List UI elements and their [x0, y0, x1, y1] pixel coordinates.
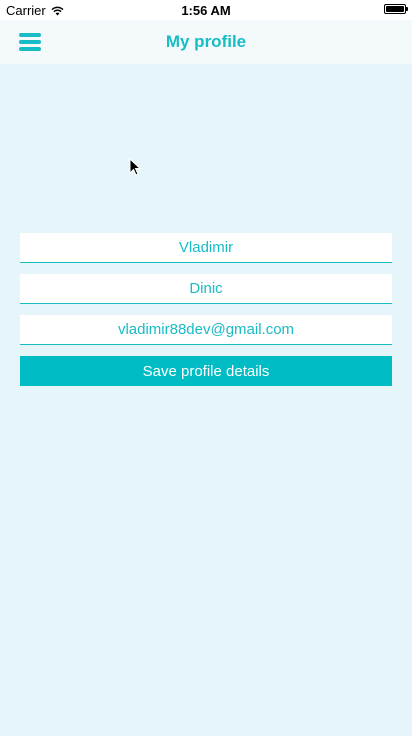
nav-bar: My profile	[0, 20, 412, 64]
battery-level	[386, 6, 404, 12]
mouse-cursor-icon	[129, 158, 141, 176]
save-profile-button[interactable]: Save profile details	[20, 356, 392, 386]
status-time: 1:56 AM	[181, 3, 231, 18]
profile-form: Save profile details	[20, 233, 392, 386]
last-name-field[interactable]	[20, 274, 392, 304]
email-field[interactable]	[20, 315, 392, 345]
first-name-field[interactable]	[20, 233, 392, 263]
status-bar: Carrier 1:56 AM	[0, 0, 412, 20]
page-title: My profile	[165, 32, 247, 51]
battery-icon	[384, 4, 408, 14]
